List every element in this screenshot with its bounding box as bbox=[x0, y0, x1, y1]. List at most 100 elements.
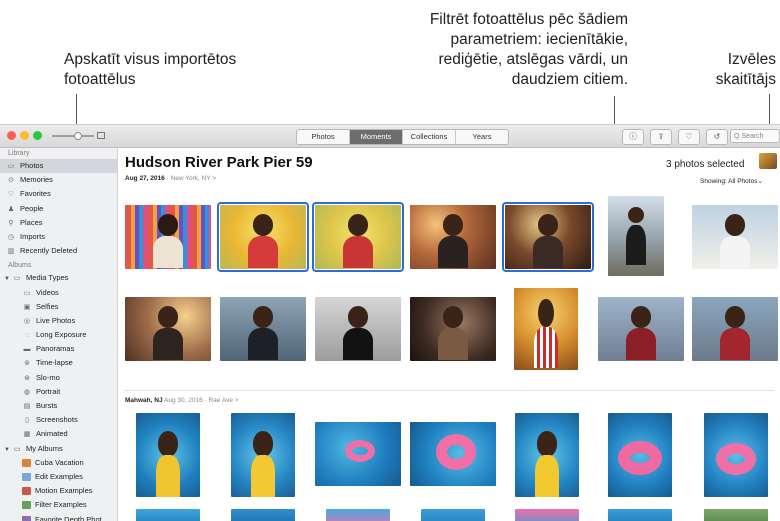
sidebar-item-recently-deleted[interactable]: ▥Recently Deleted bbox=[0, 244, 117, 258]
showing-filter[interactable]: Showing: All Photos⌄ bbox=[700, 177, 763, 185]
favorite-button[interactable]: ♡ bbox=[678, 129, 700, 145]
moment2-place: Mahwah, NJ bbox=[125, 397, 163, 404]
photo-thumbnail[interactable] bbox=[704, 509, 768, 521]
sidebar-item-slo-mo[interactable]: ⊛Slo-mo bbox=[0, 371, 117, 385]
disclosure-icon[interactable]: ▼ bbox=[4, 276, 10, 282]
sidebar-toggle-icon[interactable] bbox=[97, 132, 105, 139]
album-cuba-vacation[interactable]: Cuba Vacation bbox=[0, 456, 117, 470]
photo-thumbnail[interactable] bbox=[608, 509, 672, 521]
sidebar-item-animated[interactable]: ▦Animated bbox=[0, 427, 117, 441]
sidebar-item-screenshots[interactable]: ▯Screenshots bbox=[0, 413, 117, 427]
tab-photos[interactable]: Photos bbox=[297, 130, 350, 144]
float-ring bbox=[345, 440, 375, 462]
album-motion-examples[interactable]: Motion Examples bbox=[0, 484, 117, 498]
photo-thumbnail[interactable] bbox=[136, 509, 200, 521]
sidebar-item-places[interactable]: ⚲Places bbox=[0, 216, 117, 230]
showing-filter-label[interactable]: Showing: All Photos bbox=[700, 178, 757, 185]
photo-thumbnail[interactable] bbox=[410, 422, 496, 486]
sidebar-item-time-lapse[interactable]: ⊚Time-lapse bbox=[0, 356, 117, 370]
sidebar-item-videos[interactable]: ▭Videos bbox=[0, 286, 117, 300]
tab-years[interactable]: Years bbox=[456, 130, 508, 144]
tab-collections[interactable]: Collections bbox=[403, 130, 456, 144]
photo-thumbnail[interactable] bbox=[692, 297, 778, 361]
sidebar-item-favorites[interactable]: ♡Favorites bbox=[0, 187, 117, 201]
sidebar-item-label: Places bbox=[20, 218, 43, 227]
photo-thumbnail[interactable] bbox=[315, 297, 401, 361]
photo-thumbnail[interactable] bbox=[136, 413, 200, 497]
selection-picker-thumbnail[interactable] bbox=[759, 153, 777, 169]
sidebar-item-selfies[interactable]: ▣Selfies bbox=[0, 300, 117, 314]
sidebar-item-bursts[interactable]: ▤Bursts bbox=[0, 399, 117, 413]
disclosure-icon[interactable]: ▼ bbox=[4, 447, 10, 453]
sidebar-item-label: Cuba Vacation bbox=[35, 458, 84, 467]
moment2-location[interactable]: Rae Ave bbox=[208, 397, 232, 404]
memories-icon: ⊙ bbox=[6, 174, 16, 188]
moment-location[interactable]: New York, NY bbox=[171, 175, 211, 182]
tab-moments[interactable]: Moments bbox=[350, 130, 403, 144]
search-field[interactable]: Q Search bbox=[730, 129, 780, 143]
my-albums-group[interactable]: ▼ ▭My Albums bbox=[0, 442, 117, 456]
zoom-slider[interactable] bbox=[52, 135, 94, 137]
person-icon: ♟ bbox=[6, 203, 16, 217]
sidebar-item-memories[interactable]: ⊙Memories bbox=[0, 173, 117, 187]
heart-icon: ♡ bbox=[685, 132, 692, 141]
rotate-button[interactable]: ↺ bbox=[706, 129, 728, 145]
photo-thumbnail[interactable] bbox=[410, 297, 496, 361]
sidebar-item-live-photos[interactable]: ◎Live Photos bbox=[0, 314, 117, 328]
sidebar-item-label: Favorite Depth Phot bbox=[35, 515, 102, 521]
photo-thumbnail-selected[interactable] bbox=[220, 205, 306, 269]
callout-picker-line1: Izvēles bbox=[690, 50, 776, 70]
sidebar-item-people[interactable]: ♟People bbox=[0, 202, 117, 216]
photo-thumbnail[interactable] bbox=[515, 413, 579, 497]
library-list: ▭Photos⊙Memories♡Favorites♟People⚲Places… bbox=[0, 159, 117, 258]
photo-thumbnail[interactable] bbox=[315, 422, 401, 486]
photo-thumbnail[interactable] bbox=[220, 297, 306, 361]
zoom-slider-knob[interactable] bbox=[74, 132, 82, 140]
album-edit-examples[interactable]: Edit Examples bbox=[0, 470, 117, 484]
close-button[interactable] bbox=[7, 131, 16, 140]
chevron-down-icon[interactable]: ⌄ bbox=[757, 178, 762, 185]
share-button[interactable]: ⇪ bbox=[650, 129, 672, 145]
sidebar-item-label: Recently Deleted bbox=[20, 246, 77, 255]
zoom-button[interactable] bbox=[33, 131, 42, 140]
media-types-group[interactable]: ▼ ▭Media Types bbox=[0, 271, 117, 285]
sidebar-item-label: Screenshots bbox=[36, 415, 78, 424]
folder-icon: ▭ bbox=[12, 443, 22, 457]
photo-thumbnail[interactable] bbox=[231, 509, 295, 521]
sidebar-item-panoramas[interactable]: ▬Panoramas bbox=[0, 342, 117, 356]
my-albums-list: Cuba Vacation Edit ExamplesMotion Example… bbox=[0, 456, 117, 521]
sidebar-item-long-exposure[interactable]: ◌Long Exposure bbox=[0, 328, 117, 342]
live-photo-icon: ◎ bbox=[22, 315, 32, 329]
float-ring bbox=[618, 441, 662, 475]
photo-thumbnail-selected[interactable] bbox=[315, 205, 401, 269]
photo-thumbnail[interactable] bbox=[692, 205, 778, 269]
photo-thumbnail[interactable] bbox=[125, 205, 211, 269]
album-filter-examples[interactable]: Filter Examples bbox=[0, 498, 117, 512]
photo-thumbnail[interactable] bbox=[421, 509, 485, 521]
selection-count: 3 photos selected bbox=[666, 159, 744, 170]
sidebar-item-imports[interactable]: ◷Imports bbox=[0, 230, 117, 244]
video-icon: ▭ bbox=[22, 287, 32, 301]
photo-thumbnail[interactable] bbox=[410, 205, 496, 269]
chevron-right-icon[interactable]: > bbox=[212, 175, 216, 182]
info-button[interactable]: ⓘ bbox=[622, 129, 644, 145]
sidebar-item-label: Panoramas bbox=[36, 344, 74, 353]
sidebar-item-photos[interactable]: ▭Photos bbox=[0, 159, 117, 173]
photo-thumbnail[interactable] bbox=[704, 413, 768, 497]
photo-thumbnail[interactable] bbox=[514, 288, 578, 370]
minimize-button[interactable] bbox=[20, 131, 29, 140]
photo-thumbnail[interactable] bbox=[231, 413, 295, 497]
sidebar-item-portrait[interactable]: ◍Portrait bbox=[0, 385, 117, 399]
photo-thumbnail[interactable] bbox=[608, 413, 672, 497]
chevron-right-icon[interactable]: > bbox=[235, 397, 239, 404]
sidebar-item-label: Selfies bbox=[36, 302, 59, 311]
callout-filter-line4: daudziem citiem. bbox=[360, 70, 628, 90]
heart-icon: ♡ bbox=[6, 188, 16, 202]
photo-thumbnail[interactable] bbox=[515, 509, 579, 521]
photo-thumbnail[interactable] bbox=[125, 297, 211, 361]
photo-thumbnail[interactable] bbox=[326, 509, 390, 521]
photo-thumbnail-selected[interactable] bbox=[505, 205, 591, 269]
photo-thumbnail[interactable] bbox=[598, 297, 684, 361]
photo-thumbnail[interactable] bbox=[608, 196, 664, 276]
sidebar-item-label: Animated bbox=[36, 429, 68, 438]
